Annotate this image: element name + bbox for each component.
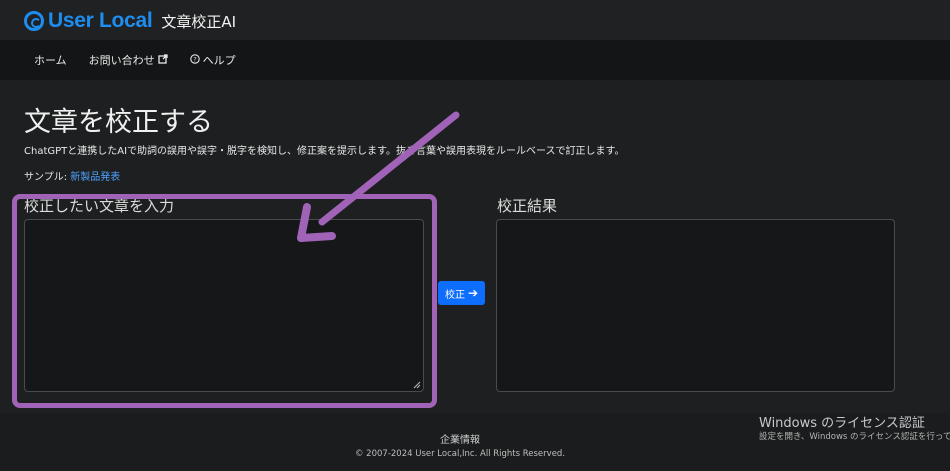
nav-item-help[interactable]: ? ヘルプ [189,52,236,68]
sample-label: サンプル: [24,172,68,183]
sample-row: サンプル: 新製品発表 [24,168,120,183]
logo[interactable]: User Local 文章校正AI [24,9,236,33]
page-description: ChatGPTと連携したAIで助詞の誤用や誤字・脱字を検知し、修正案を提示します… [24,146,625,157]
resize-handle-icon[interactable] [412,380,421,389]
proofread-button[interactable]: 校正 ➔ [438,281,485,305]
logo-text: User Local [48,9,153,32]
page-title: 文章を校正する [24,107,213,138]
copyright-text: © 2007-2024 User Local,Inc. All Rights R… [354,449,566,459]
input-label: 校正したい文章を入力 [24,197,175,215]
external-link-icon [158,53,168,67]
result-output-box [496,219,895,392]
question-circle-icon: ? [189,53,200,67]
text-input-area[interactable] [24,219,424,392]
top-header: User Local 文章校正AI [0,0,950,40]
nav-item-home[interactable]: ホーム [34,52,67,68]
windows-activation-subtitle: 設定を開き、Windows のライセンス認証を行って [759,432,950,442]
sample-link[interactable]: 新製品発表 [70,172,120,183]
proofread-button-label: 校正 [444,289,465,301]
arrow-right-icon: ➔ [467,286,479,300]
nav-item-label: ヘルプ [202,54,236,67]
nav-item-label: ホーム [34,54,67,67]
app-name: 文章校正AI [161,12,237,31]
result-label: 校正結果 [497,197,558,215]
nav-item-label: お問い合わせ [88,54,155,67]
user-local-logo-icon [24,11,44,31]
nav-bar: ホーム お問い合わせ ? ヘルプ [0,40,950,80]
windows-activation-title: Windows のライセンス認証 [759,416,925,431]
svg-text:?: ? [193,55,196,63]
nav-item-contact[interactable]: お問い合わせ [89,52,168,68]
